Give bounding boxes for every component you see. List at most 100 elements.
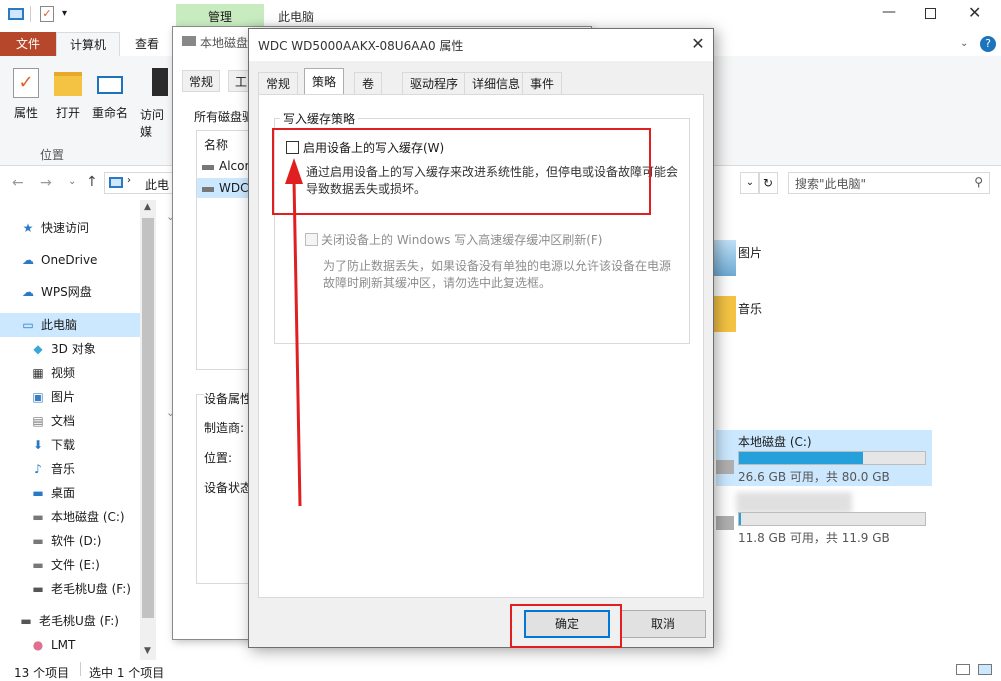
chevron-down-icon[interactable]: ▾ (62, 8, 67, 19)
sidebar-item[interactable]: ⬇ 下载 (30, 433, 75, 457)
usb-drive-icon: ▬ (32, 582, 44, 596)
disk-item[interactable]: WDC (219, 181, 248, 195)
device-status-label: 设备状态 (204, 481, 253, 495)
close-icon[interactable]: ✕ (968, 3, 981, 22)
computer-icon (109, 177, 123, 188)
drive-icon (716, 516, 734, 530)
sidebar-item[interactable]: ▬ 软件 (D:) (30, 529, 101, 553)
tab-view[interactable]: 查看 (122, 32, 172, 56)
minimize-icon[interactable]: — (882, 4, 896, 20)
document-icon: ▤ (32, 414, 44, 428)
tab-file[interactable]: 文件 (0, 32, 56, 56)
rename-button[interactable]: 重命名 (90, 64, 130, 121)
refresh-icon[interactable]: ↻ (758, 172, 778, 194)
tab-policies[interactable]: 策略 (304, 68, 345, 94)
sidebar-item[interactable]: ▬ 桌面 (30, 481, 75, 505)
back-tab-general[interactable]: 常规 (182, 70, 221, 92)
cancel-button[interactable]: 取消 (620, 610, 706, 638)
tab-volumes[interactable]: 卷 (354, 72, 383, 94)
sidebar-item[interactable]: ▬ 本地磁盘 (C:) (30, 505, 124, 529)
up-arrow-icon[interactable]: ↑ (86, 174, 98, 190)
disk-item[interactable]: Alcor (219, 159, 249, 173)
sidebar-item[interactable]: ▣ 图片 (30, 385, 75, 409)
sidebar-item-label: 快速访问 (41, 221, 90, 235)
sidebar-item[interactable]: ▦ 视频 (30, 361, 75, 385)
drive-icon (182, 36, 196, 46)
sidebar-item-label: 3D 对象 (51, 342, 96, 356)
sidebar-item[interactable]: ▬ 老毛桃U盘 (F:) (18, 609, 119, 633)
sidebar-item[interactable]: ♪ 音乐 (30, 457, 75, 481)
tab-driver[interactable]: 驱动程序 (402, 72, 467, 94)
chevron-down-icon[interactable]: ⌄ (960, 38, 968, 49)
address-bar[interactable]: › 此电 (104, 172, 174, 194)
properties-label: 属性 (13, 106, 38, 120)
forward-arrow-icon[interactable]: → (40, 175, 52, 191)
drive-c-usage-fill (739, 452, 864, 464)
back-arrow-icon[interactable]: ← (12, 175, 24, 191)
pig-icon: ● (32, 638, 44, 652)
sidebar-item-label: LMT (51, 638, 76, 652)
sidebar-item[interactable]: ▭ 此电脑 (20, 313, 77, 337)
search-placeholder: 搜索"此电脑" (795, 177, 867, 191)
sidebar-item[interactable]: ● LMT (30, 633, 76, 657)
location-label: 位置: (204, 451, 233, 465)
disable-flush-desc-line1: 为了防止数据丢失，如果设备没有单独的电源以允许该设备在电源 (323, 259, 672, 273)
sidebar-item[interactable]: ▬ 文件 (E:) (30, 553, 100, 577)
drive-c-usage-bar (738, 451, 926, 465)
item-count: 13 个项目 (14, 666, 70, 680)
chevron-down-icon: ⌄ (166, 406, 176, 419)
details-view-icon[interactable] (956, 664, 970, 675)
group-label-location: 位置 (40, 148, 65, 162)
selected-count: 选中 1 个项目 (89, 666, 165, 680)
sidebar-item-label: 老毛桃U盘 (F:) (39, 614, 119, 628)
cloud-icon: ☁ (22, 285, 34, 299)
tab-details[interactable]: 详细信息 (464, 72, 529, 94)
open-label: 打开 (55, 106, 80, 120)
tiles-view-icon[interactable] (978, 664, 992, 675)
drive-usb-info: 11.8 GB 可用，共 11.9 GB (738, 531, 890, 545)
properties-icon[interactable]: ✓ (40, 6, 54, 22)
highlight-box-write-cache (272, 128, 651, 215)
drive-icon (202, 165, 214, 170)
sidebar-item[interactable]: ☁ WPS网盘 (20, 280, 92, 304)
chevron-down-icon[interactable]: ⌄ (68, 176, 76, 187)
sidebar-item-label: 视频 (51, 366, 76, 380)
sidebar-item-label: 文件 (E:) (51, 558, 100, 572)
drive-c-label[interactable]: 本地磁盘 (C:) (738, 433, 812, 450)
help-icon[interactable]: ? (980, 36, 996, 52)
chevron-down-icon: ⌄ (166, 210, 176, 223)
folder-music[interactable]: 音乐 (738, 300, 762, 317)
sidebar-item[interactable]: ◆ 3D 对象 (30, 337, 96, 361)
computer-icon: ▭ (22, 318, 34, 332)
tab-general[interactable]: 常规 (258, 72, 299, 94)
dialog-close-icon[interactable]: ✕ (688, 34, 708, 54)
scroll-down-icon[interactable]: ▼ (144, 646, 151, 656)
sidebar-item[interactable]: ▬ 老毛桃U盘 (F:) (30, 577, 131, 601)
scroll-up-icon[interactable]: ▲ (144, 202, 151, 212)
pictures-folder-icon (712, 240, 736, 276)
folder-pictures[interactable]: 图片 (738, 244, 762, 261)
maximize-icon[interactable] (925, 8, 936, 19)
access-media-button[interactable]: 访问媒 (140, 64, 172, 140)
sidebar-item[interactable]: ▤ 文档 (30, 409, 75, 433)
film-icon: ▦ (32, 366, 44, 380)
disable-flush-label[interactable]: 关闭设备上的 Windows 写入高速缓存缓冲区刷新(F) (321, 231, 602, 248)
address-dropdown[interactable]: ⌄ (740, 172, 760, 194)
window-title: 此电脑 (278, 10, 315, 24)
tab-computer[interactable]: 计算机 (56, 32, 120, 56)
sidebar-item-label: 下载 (51, 438, 76, 452)
tab-events[interactable]: 事件 (522, 72, 563, 94)
scrollbar-thumb[interactable] (142, 218, 154, 618)
search-input[interactable]: 搜索"此电脑" ⚲ (788, 172, 990, 194)
sidebar-item[interactable]: ☁ OneDrive (20, 248, 97, 272)
properties-button[interactable]: ✓ 属性 (8, 64, 44, 121)
divider (30, 6, 31, 22)
chevron-right-icon: › (127, 175, 131, 186)
music-folder-icon (712, 296, 736, 332)
rename-icon (97, 76, 123, 94)
drive-icon (202, 187, 214, 192)
sidebar-item[interactable]: ★ 快速访问 (20, 216, 89, 240)
open-button[interactable]: 打开 (50, 64, 86, 121)
blurred-drive-label (736, 492, 852, 514)
sidebar-item-label: WPS网盘 (41, 285, 92, 299)
